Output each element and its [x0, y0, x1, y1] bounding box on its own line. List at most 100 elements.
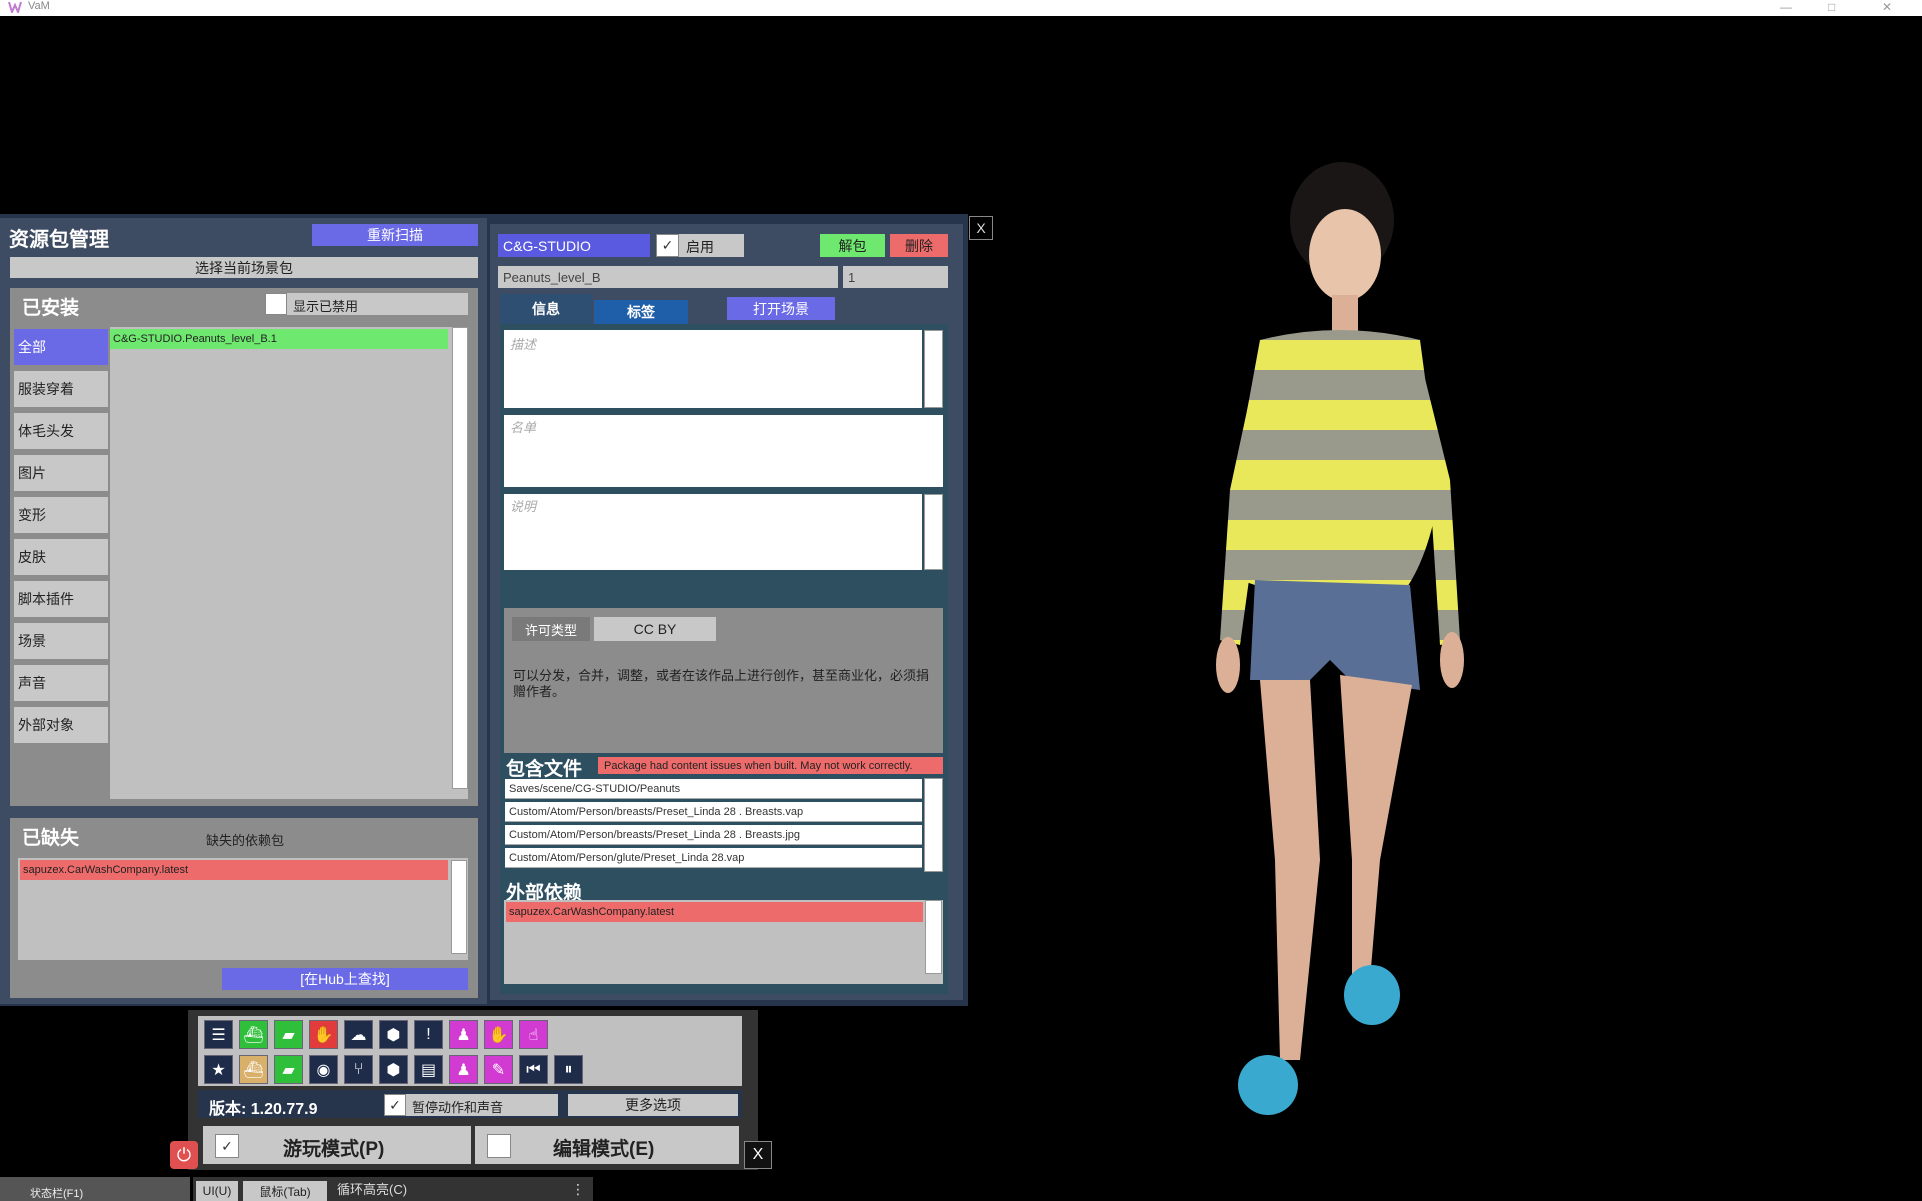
description-placeholder: 描述	[510, 337, 537, 352]
instructions-placeholder: 说明	[510, 499, 537, 514]
credits-field[interactable]: 名单	[504, 415, 943, 487]
star-icon[interactable]: ★	[204, 1055, 233, 1084]
category-item[interactable]: 体毛头发	[14, 413, 108, 449]
installed-list-scrollbar[interactable]	[452, 327, 468, 789]
rescan-button[interactable]: 重新扫描	[312, 224, 478, 246]
pause-toggle[interactable]: ✓ 暂停动作和声音	[384, 1094, 558, 1116]
play-mode-button[interactable]: ✓ 游玩模式(P)	[203, 1126, 471, 1164]
category-item[interactable]: 全部	[14, 329, 108, 365]
installed-title: 已安装	[22, 298, 80, 319]
pointer-hand-icon[interactable]: ☝	[519, 1020, 548, 1049]
external-deps-scrollbar[interactable]	[925, 900, 942, 974]
hand-red-icon[interactable]: ✋	[309, 1020, 338, 1049]
license-select[interactable]: CC BY	[594, 617, 716, 641]
alert-icon[interactable]: !	[414, 1020, 443, 1049]
missing-list: sapuzex.CarWashCompany.latest	[18, 858, 468, 960]
pause-icon[interactable]: ⏸	[554, 1055, 583, 1084]
character-figure	[1216, 162, 1464, 1115]
scene-save-icon[interactable]: ⛴	[239, 1055, 268, 1084]
wrench-icon[interactable]: ✎	[484, 1055, 513, 1084]
play-mode-label: 游玩模式(P)	[283, 1139, 385, 1160]
list-item[interactable]: C&G-STUDIO.Peanuts_level_B.1	[110, 329, 448, 349]
tab-tags[interactable]: 标签	[594, 300, 688, 324]
missing-list-scrollbar[interactable]	[451, 860, 467, 954]
document-icon[interactable]: ▤	[414, 1055, 443, 1084]
open-scene-button[interactable]: 打开场景	[727, 297, 835, 320]
file-list-scrollbar[interactable]	[924, 778, 943, 872]
panel-close-button[interactable]: X	[969, 216, 993, 240]
cloud-upload-icon[interactable]: ☁	[344, 1020, 373, 1049]
person-settings-icon[interactable]: ♟	[449, 1055, 478, 1084]
category-item[interactable]: 皮肤	[14, 539, 108, 575]
version-field: 1	[843, 266, 948, 288]
external-deps-list: sapuzex.CarWashCompany.latest	[504, 900, 943, 984]
app-logo-icon	[8, 1, 22, 13]
window-title: VaM	[28, 0, 50, 12]
delete-button[interactable]: 删除	[890, 234, 948, 257]
file-row[interactable]: Custom/Atom/Person/breasts/Preset_Linda …	[505, 825, 922, 845]
camera-icon[interactable]: ◉	[309, 1055, 338, 1084]
edit-mode-checkbox[interactable]	[487, 1134, 511, 1158]
power-icon[interactable]: ⏻	[170, 1141, 198, 1169]
folder-icon[interactable]: ▰	[274, 1020, 303, 1049]
nodes-icon[interactable]: ⑂	[344, 1055, 373, 1084]
toolbar-close-button[interactable]: X	[744, 1141, 772, 1169]
category-item[interactable]: 脚本插件	[14, 581, 108, 617]
enabled-label: 启用	[686, 239, 714, 255]
edit-mode-button[interactable]: 编辑模式(E)	[475, 1126, 739, 1164]
toolbar-icons-row-2: ★ ⛴ ▰ ◉ ⑂ ⬢ ▤ ♟ ✎ ⏮ ⏸	[204, 1055, 583, 1084]
loop-highlight-label[interactable]: 循环高亮(C)	[337, 1179, 407, 1198]
toolbar-icons-row-1: ☰ ⛴ ▰ ✋ ☁ ⬢! ♟ ✋ ☝	[204, 1020, 548, 1049]
maximize-button[interactable]: □	[1828, 0, 1835, 14]
skip-back-icon[interactable]: ⏮	[519, 1055, 548, 1084]
category-item[interactable]: 图片	[14, 455, 108, 491]
hand-icon[interactable]: ✋	[484, 1020, 513, 1049]
tab-info[interactable]: 信息	[500, 294, 592, 324]
folder-save-icon[interactable]: ▰	[274, 1055, 303, 1084]
missing-title: 已缺失	[22, 828, 80, 849]
ui-toggle-button[interactable]: UI(U)	[196, 1181, 238, 1201]
minimize-button[interactable]: —	[1780, 0, 1792, 14]
list-item[interactable]: sapuzex.CarWashCompany.latest	[20, 860, 448, 880]
missing-deps-label: 缺失的依赖包	[206, 833, 285, 848]
category-item[interactable]: 服装穿着	[14, 371, 108, 407]
instructions-field[interactable]: 说明	[504, 494, 922, 570]
contents-title: 包含文件	[506, 759, 583, 780]
window-close-button[interactable]: ✕	[1882, 0, 1892, 14]
category-item[interactable]: 声音	[14, 665, 108, 701]
creator-field[interactable]: C&G-STUDIO	[498, 234, 650, 257]
status-bar: 状态栏(F1)	[0, 1177, 190, 1201]
list-item[interactable]: sapuzex.CarWashCompany.latest	[506, 902, 923, 922]
file-row[interactable]: Custom/Atom/Person/breasts/Preset_Linda …	[505, 802, 922, 822]
file-row[interactable]: Custom/Atom/Person/glute/Preset_Linda 28…	[505, 848, 922, 868]
pause-checkbox[interactable]: ✓	[384, 1094, 406, 1116]
enabled-toggle[interactable]: ✓ 启用	[656, 234, 744, 257]
more-options-button[interactable]: 更多选项	[568, 1094, 738, 1116]
person-add-icon[interactable]: ♟	[449, 1020, 478, 1049]
category-item[interactable]: 变形	[14, 497, 108, 533]
package-icon[interactable]: ⬢	[379, 1020, 408, 1049]
unpack-button[interactable]: 解包	[820, 234, 885, 257]
show-disabled-checkbox[interactable]	[265, 293, 287, 315]
show-disabled-toggle[interactable]: 显示已禁用	[265, 293, 468, 315]
content-warning-badge: Package had content issues when built. M…	[598, 757, 943, 774]
credits-placeholder: 名单	[510, 420, 537, 435]
hub-package-icon[interactable]: ⬢	[379, 1055, 408, 1084]
show-disabled-label: 显示已禁用	[293, 299, 359, 314]
instructions-scrollbar[interactable]	[924, 494, 943, 570]
status-bar-label[interactable]: 状态栏(F1)	[30, 1185, 83, 1201]
find-on-hub-button[interactable]: [在Hub上查找]	[222, 968, 468, 990]
mouse-toggle-button[interactable]: 鼠标(Tab)	[243, 1181, 327, 1201]
enabled-checkbox[interactable]: ✓	[656, 234, 679, 257]
package-manager-title: 资源包管理	[9, 229, 109, 251]
menu-icon[interactable]: ☰	[204, 1020, 233, 1049]
description-scrollbar[interactable]	[924, 330, 943, 408]
play-mode-checkbox[interactable]: ✓	[215, 1134, 239, 1158]
category-item[interactable]: 外部对象	[14, 707, 108, 743]
category-item[interactable]: 场景	[14, 623, 108, 659]
select-scene-package-button[interactable]: 选择当前场景包	[10, 257, 478, 278]
more-menu-icon[interactable]: ⋮	[571, 1181, 585, 1198]
file-row[interactable]: Saves/scene/CG-STUDIO/Peanuts	[505, 779, 922, 799]
description-field[interactable]: 描述	[504, 330, 922, 408]
scene-open-icon[interactable]: ⛴	[239, 1020, 268, 1049]
